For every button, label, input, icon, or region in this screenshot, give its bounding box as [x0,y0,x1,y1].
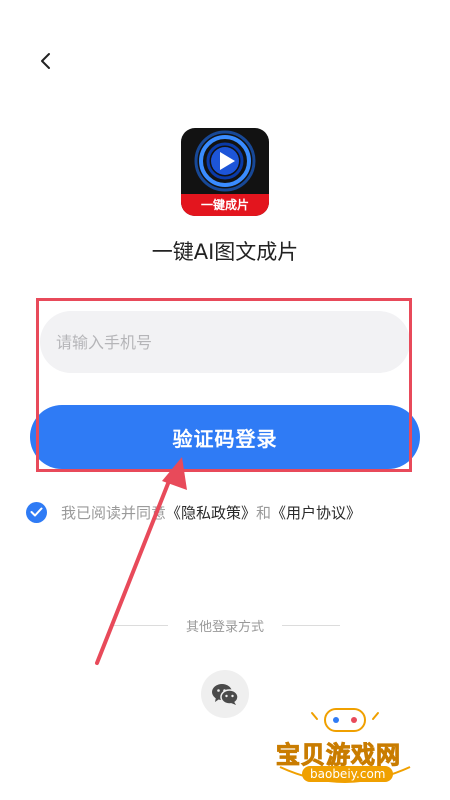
play-logo-icon [194,130,256,192]
agreement-checkbox[interactable] [26,501,47,523]
watermark-url: baobeiy.com [302,766,394,782]
agreement-connector: 和 [256,503,272,522]
verification-code-login-button[interactable]: 验证码登录 [30,405,420,469]
app-name: 一键AI图文成片 [151,240,299,264]
phone-input[interactable] [40,311,410,373]
watermark-logo: 宝贝游戏网 baobeiy.com [270,705,420,795]
other-login-label: 其他登录方式 [186,620,265,635]
wechat-login-button[interactable] [201,670,249,718]
checkmark-icon [30,507,43,517]
divider-line-right [282,625,341,626]
watermark-text: 宝贝游戏网 [276,741,401,770]
wechat-icon [212,684,239,705]
app-icon-banner: 一键成片 [181,194,269,216]
divider-line-left [110,625,168,626]
agreement-text: 我已阅读并同意《隐私政策》和《用户协议》 [61,502,361,523]
chevron-left-icon [41,53,50,69]
agreement-prefix: 我已阅读并同意 [61,503,167,522]
user-agreement-link[interactable]: 《用户协议》 [271,504,361,522]
other-login-divider: 其他登录方式 [110,616,341,635]
privacy-policy-link[interactable]: 《隐私政策》 [166,504,256,522]
back-button[interactable] [30,46,60,76]
app-logo: 一键成片 [181,128,269,216]
agreement-row: 我已阅读并同意《隐私政策》和《用户协议》 [26,500,361,524]
gamepad-icon [279,708,411,783]
